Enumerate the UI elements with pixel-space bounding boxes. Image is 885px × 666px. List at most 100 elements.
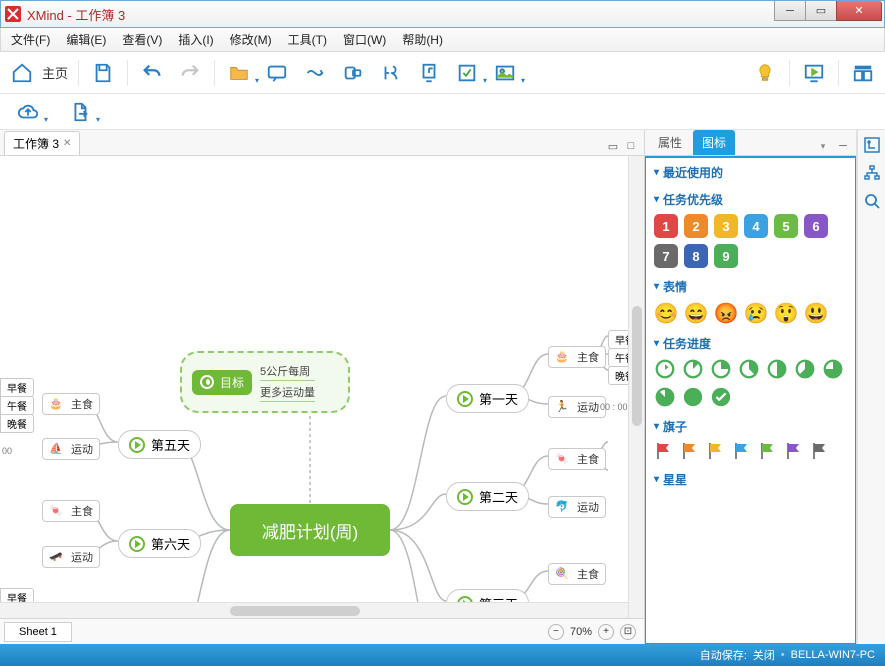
- close-tab-icon[interactable]: ✕: [63, 138, 71, 149]
- folder-button[interactable]: ▾: [225, 59, 253, 87]
- flag-2[interactable]: [706, 441, 726, 461]
- progress-50[interactable]: [766, 358, 788, 380]
- emoji-0[interactable]: 😊: [654, 301, 678, 325]
- section-header[interactable]: 任务优先级: [654, 191, 847, 208]
- node-sport[interactable]: 🏃运动: [548, 396, 606, 418]
- menu-help[interactable]: 帮助(H): [396, 29, 449, 50]
- mindmap-canvas[interactable]: 目标 5公斤每周 更多运动量 减肥计划(周) 第一天 第二天 第三天 第四天 第…: [0, 156, 644, 618]
- emoji-3[interactable]: 😢: [744, 301, 768, 325]
- progress-100[interactable]: [682, 386, 704, 408]
- image-button[interactable]: ▾: [491, 59, 519, 87]
- priority-3[interactable]: 3: [714, 214, 738, 238]
- presentation-button[interactable]: [800, 59, 828, 87]
- emoji-5[interactable]: 😃: [804, 301, 828, 325]
- menu-window[interactable]: 窗口(W): [337, 29, 392, 50]
- export-button[interactable]: ▾: [66, 98, 94, 126]
- priority-2[interactable]: 2: [684, 214, 708, 238]
- node-sport[interactable]: 🛹运动: [42, 546, 100, 568]
- meal[interactable]: 早餐: [0, 378, 34, 397]
- priority-1[interactable]: 1: [654, 214, 678, 238]
- menu-tools[interactable]: 工具(T): [282, 29, 333, 50]
- redo-button[interactable]: [176, 59, 204, 87]
- marker-button[interactable]: [415, 59, 443, 87]
- node-food[interactable]: 🍭主食: [548, 563, 606, 585]
- node-day1[interactable]: 第一天: [446, 384, 529, 413]
- section-header[interactable]: 表情: [654, 278, 847, 295]
- menu-view[interactable]: 查看(V): [116, 29, 168, 50]
- node-sport[interactable]: 🐬运动: [548, 496, 606, 518]
- maximize-button[interactable]: ▭: [805, 1, 837, 21]
- zoom-out-button[interactable]: −: [548, 624, 564, 640]
- horizontal-scrollbar[interactable]: [0, 602, 628, 618]
- menu-file[interactable]: 文件(F): [5, 29, 56, 50]
- home-button[interactable]: [8, 59, 36, 87]
- flag-0[interactable]: [654, 441, 674, 461]
- editor-tab[interactable]: 工作簿 3 ✕: [4, 131, 80, 155]
- priority-5[interactable]: 5: [774, 214, 798, 238]
- zoom-in-button[interactable]: +: [598, 624, 614, 640]
- meal[interactable]: 晚餐: [0, 414, 34, 433]
- outline-icon[interactable]: [863, 136, 881, 154]
- menu-modify[interactable]: 修改(M): [224, 29, 278, 50]
- search-icon[interactable]: [863, 192, 881, 210]
- panel-min-icon[interactable]: ─: [834, 137, 852, 155]
- priority-9[interactable]: 9: [714, 244, 738, 268]
- close-button[interactable]: ✕: [836, 1, 882, 21]
- flag-6[interactable]: [810, 441, 830, 461]
- node-day6[interactable]: 第六天: [118, 529, 201, 558]
- progress-62.5[interactable]: [794, 358, 816, 380]
- emoji-2[interactable]: 😡: [714, 301, 738, 325]
- progress-25[interactable]: [710, 358, 732, 380]
- section-header[interactable]: 任务进度: [654, 335, 847, 352]
- section-header[interactable]: 星星: [654, 471, 847, 488]
- comment-button[interactable]: [263, 59, 291, 87]
- priority-8[interactable]: 8: [684, 244, 708, 268]
- menu-edit[interactable]: 编辑(E): [60, 29, 112, 50]
- structure-icon[interactable]: [863, 164, 881, 182]
- node-food[interactable]: 🎂主食: [548, 346, 606, 368]
- flag-1[interactable]: [680, 441, 700, 461]
- section-header[interactable]: 最近使用的: [654, 164, 847, 181]
- central-topic[interactable]: 减肥计划(周): [230, 504, 390, 556]
- emoji-1[interactable]: 😄: [684, 301, 708, 325]
- emoji-4[interactable]: 😲: [774, 301, 798, 325]
- minimize-button[interactable]: ─: [774, 1, 806, 21]
- priority-6[interactable]: 6: [804, 214, 828, 238]
- node-food[interactable]: 🎂主食: [42, 393, 100, 415]
- vertical-scrollbar[interactable]: [628, 156, 644, 618]
- layout-button[interactable]: [849, 59, 877, 87]
- node-day2[interactable]: 第二天: [446, 482, 529, 511]
- flag-5[interactable]: [784, 441, 804, 461]
- idea-button[interactable]: [751, 59, 779, 87]
- node-sport[interactable]: ⛵运动: [42, 438, 100, 460]
- menu-insert[interactable]: 插入(I): [172, 29, 219, 50]
- progress-0[interactable]: [654, 358, 676, 380]
- zoom-fit-button[interactable]: ⊡: [620, 624, 636, 640]
- cloud-upload-button[interactable]: ▾: [14, 98, 42, 126]
- undo-button[interactable]: [138, 59, 166, 87]
- section-header[interactable]: 旗子: [654, 418, 847, 435]
- tab-properties[interactable]: 属性: [649, 130, 691, 155]
- save-button[interactable]: [89, 59, 117, 87]
- panel-menu-icon[interactable]: ▾: [814, 137, 832, 155]
- goal-boundary[interactable]: 目标 5公斤每周 更多运动量: [180, 351, 350, 413]
- flag-4[interactable]: [758, 441, 778, 461]
- tab-icons[interactable]: 图标: [693, 130, 735, 155]
- progress-75[interactable]: [822, 358, 844, 380]
- node-food[interactable]: 🍬主食: [42, 500, 100, 522]
- meal[interactable]: 午餐: [0, 396, 34, 415]
- priority-4[interactable]: 4: [744, 214, 768, 238]
- goal-node[interactable]: 目标: [192, 370, 252, 395]
- progress-37.5[interactable]: [738, 358, 760, 380]
- minimize-editor-icon[interactable]: ▭: [604, 137, 622, 155]
- summary-button[interactable]: [377, 59, 405, 87]
- progress-done[interactable]: [710, 386, 732, 408]
- task-button[interactable]: ▾: [453, 59, 481, 87]
- relationship-button[interactable]: [301, 59, 329, 87]
- node-food[interactable]: 🍬主食: [548, 448, 606, 470]
- priority-7[interactable]: 7: [654, 244, 678, 268]
- progress-12.5[interactable]: [682, 358, 704, 380]
- progress-87.5[interactable]: [654, 386, 676, 408]
- boundary-button[interactable]: [339, 59, 367, 87]
- flag-3[interactable]: [732, 441, 752, 461]
